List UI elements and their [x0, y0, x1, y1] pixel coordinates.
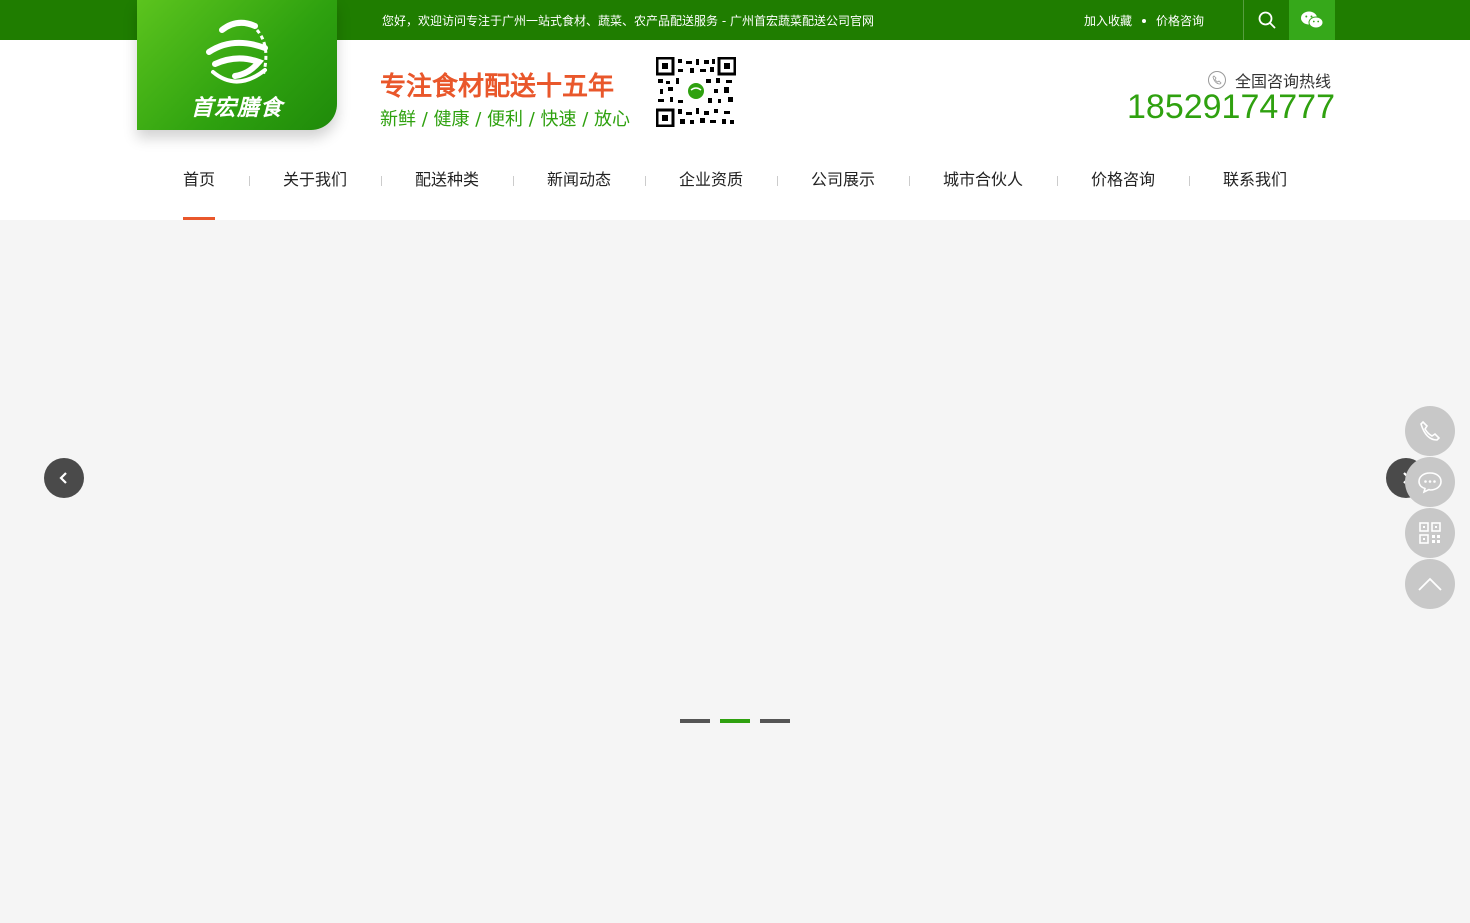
back-to-top-icon	[1418, 577, 1442, 591]
wechat-button[interactable]	[1289, 0, 1335, 40]
phone-icon	[1420, 420, 1441, 441]
nav-divider	[909, 176, 910, 186]
nav-item-partners[interactable]: 城市合伙人	[943, 170, 1023, 220]
chat-icon	[1418, 472, 1442, 494]
nav-divider	[513, 176, 514, 186]
qrcode-icon	[1419, 522, 1441, 544]
nav-item-showcase[interactable]: 公司展示	[811, 170, 875, 220]
banner-dot-active[interactable]	[720, 719, 750, 723]
banner-dot[interactable]	[680, 719, 710, 723]
nav-item-price[interactable]: 价格咨询	[1091, 170, 1155, 220]
nav-item-about[interactable]: 关于我们	[283, 170, 347, 220]
nav-item-home[interactable]: 首页	[183, 170, 216, 220]
welcome-text: 您好，欢迎访问专注于广州一站式食材、蔬菜、农产品配送服务 - 广州首宏蔬菜配送公…	[382, 14, 874, 28]
search-icon	[1258, 11, 1275, 29]
price-inquiry-link[interactable]: 价格咨询	[1156, 14, 1204, 28]
banner-slider	[0, 220, 1470, 923]
main-nav: 首页 关于我们 配送种类 新闻动态 企业资质 公司展示 城市合伙人 价格咨询 联…	[0, 170, 1470, 220]
banner-prev-button[interactable]	[44, 458, 84, 498]
qrcode-image	[655, 56, 737, 128]
nav-divider	[1189, 176, 1190, 186]
wechat-icon	[1301, 11, 1324, 29]
chevron-left-icon	[59, 472, 67, 484]
slogan-sub: 新鲜 / 健康 / 便利 / 快速 / 放心	[380, 109, 631, 130]
top-links: 加入收藏 价格咨询	[1084, 12, 1204, 29]
qrcode-icon	[655, 56, 737, 128]
nav-item-contact[interactable]: 联系我们	[1223, 170, 1287, 220]
side-chat-button[interactable]	[1405, 457, 1455, 507]
back-to-top-button[interactable]	[1405, 559, 1455, 609]
nav-divider	[777, 176, 778, 186]
side-phone-button[interactable]	[1405, 406, 1455, 456]
nav-divider	[249, 176, 250, 186]
logo-text: 首宏膳食	[190, 96, 283, 121]
nav-item-categories[interactable]: 配送种类	[415, 170, 479, 220]
nav-item-news[interactable]: 新闻动态	[547, 170, 611, 220]
banner-dot[interactable]	[760, 719, 790, 723]
search-button[interactable]	[1243, 0, 1289, 40]
add-favorite-link[interactable]: 加入收藏	[1084, 14, 1132, 28]
nav-divider	[381, 176, 382, 186]
phone-icon	[1208, 71, 1226, 89]
nav-divider	[645, 176, 646, 186]
hotline-number: 18529174777	[1127, 88, 1336, 126]
logo[interactable]: 首宏膳食	[137, 0, 337, 130]
banner-pagination	[680, 719, 790, 723]
side-qrcode-button[interactable]	[1405, 508, 1455, 558]
nav-item-qualifications[interactable]: 企业资质	[679, 170, 743, 220]
separator-dot	[1142, 18, 1147, 23]
nav-divider	[1057, 176, 1058, 186]
slogan-main: 专注食材配送十五年	[380, 72, 615, 102]
